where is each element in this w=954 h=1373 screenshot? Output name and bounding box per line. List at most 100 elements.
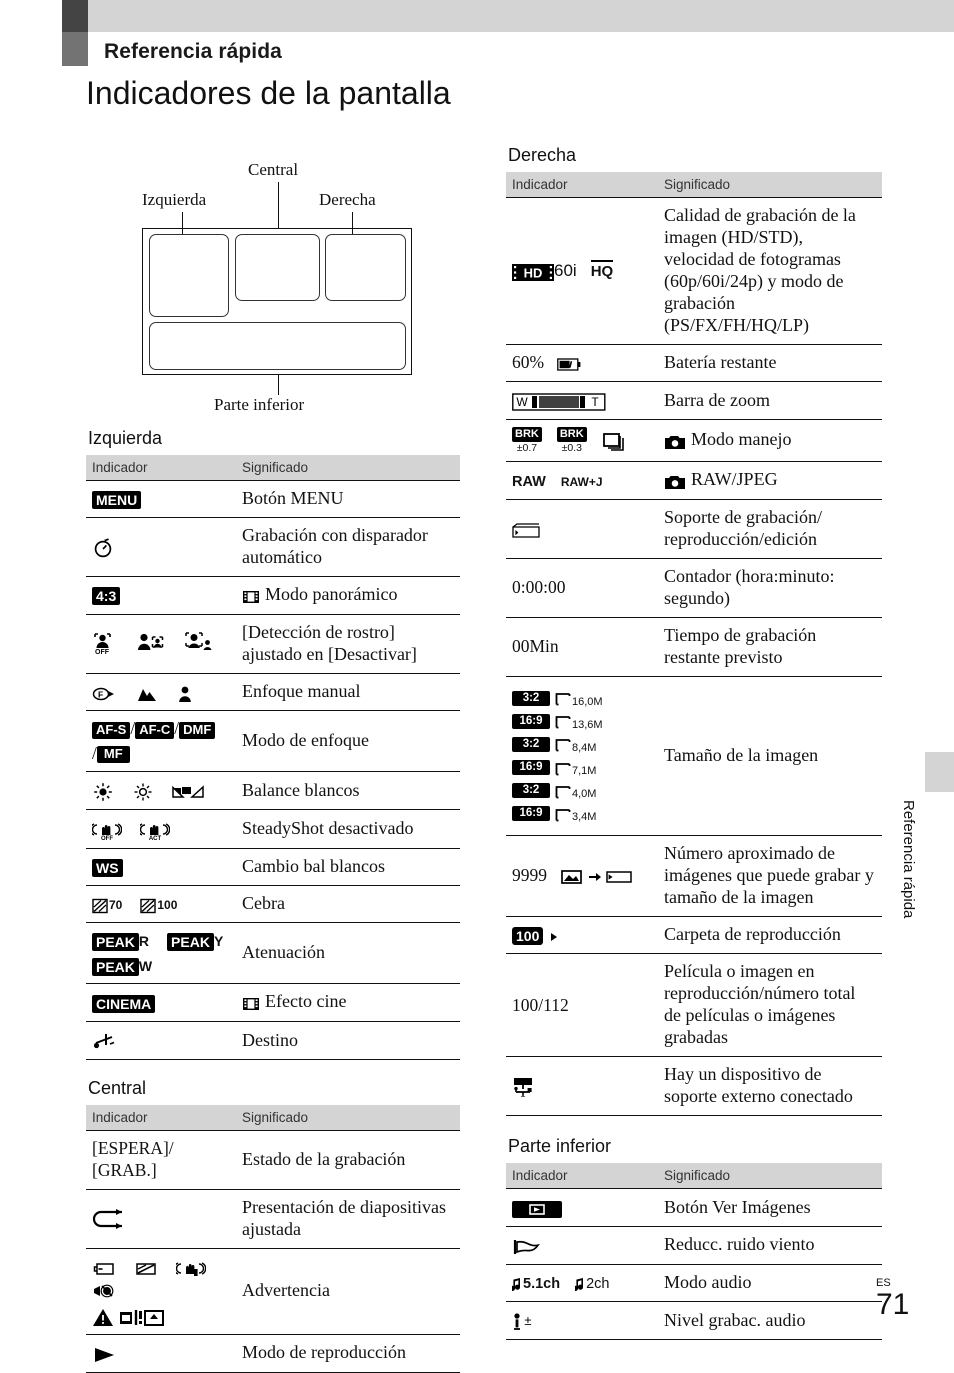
section-title-parte-inferior: Parte inferior [508,1136,612,1157]
playback-folder-badge: 100 [512,926,544,945]
header-tab-mid [62,32,88,66]
table-row: 4:3 Modo panorámico [86,575,460,615]
indicator-cell [86,1247,236,1335]
image-size-icon [555,757,571,779]
music-note-icon [575,1273,586,1295]
image-size-list: 3:2 16,0M 16:9 13,6M 3:2 8,4M 16:9 7,1M 3:2 4,0M 1… [512,687,652,824]
megapixel-label: 8,4M [572,741,597,754]
aspect-ratio-badge: 3:2 [512,690,550,706]
section-title-izquierda: Izquierda [88,428,163,448]
playback-count-value: 100/112 [512,994,569,1015]
hq-badge: HQ [590,259,614,280]
diagram-label-parte-inferior: Parte inferior [214,395,305,414]
col-header-significado: Significado [658,172,882,198]
table-row: 00Min Tiempo de grabación restante previ… [506,616,882,677]
table-row: Reducc. ruido viento [506,1225,882,1265]
svg-text:HD: HD [524,265,543,280]
indicator-cell [86,516,236,577]
image-size-row: 16:9 3,4M [512,803,652,825]
media-error-icon [119,1305,165,1327]
table-izquierda: Indicador Significado MENU Botón MENU Gr… [86,455,460,1061]
destination-airplane-icon [92,1030,118,1052]
external-media-usb-icon [512,1075,540,1098]
diagram-screen-frame [142,228,412,375]
meaning-cell: Hay un dispositivo de soporte externo co… [658,1056,882,1117]
meaning-cell: Tamaño de la imagen [658,675,882,836]
image-size-icon [555,710,571,732]
indicator-cell: 4:3 [86,575,236,615]
meaning-cell: RAW/JPEG [658,461,882,500]
peak-badge: PEAK [92,933,139,952]
triangle-right-icon [548,925,560,947]
meaning-cell: Modo audio [658,1263,882,1302]
page-title: Indicadores de la pantalla [86,75,451,111]
screen-layout-diagram: Central Izquierda Derecha Parte inferior [86,160,486,425]
side-tab-label: Referencia rápida [900,800,917,919]
meaning-cell: Película o imagen en reproducción/número… [658,953,882,1057]
indicator-cell: 60% [506,343,658,382]
indicator-cell [86,1334,236,1373]
steadyshot-act-icon: ACT [140,818,170,841]
table-row: BRK ±0.7 BRK ±0.3 Modo manejo [506,419,882,462]
media-card-icon [606,866,634,888]
table-row: Presentación de diapositivas ajustada [86,1188,460,1249]
view-images-button-badge [512,1197,562,1219]
meaning-cell: Cambio bal blancos [236,847,460,886]
meaning-cell: Carpeta de reproducción [658,915,882,954]
aspect-ratio-badge: 16:9 [512,713,550,729]
self-timer-icon [92,536,114,559]
table-row: MENU Botón MENU [86,480,460,518]
face-detection-off-icon: OFF [92,632,118,656]
indicator-cell-image-sizes: 3:2 16,0M 16:9 13,6M 3:2 8,4M 16:9 7,1M 3:2 4,0M 1… [506,675,658,836]
table-row: Destino [86,1021,460,1061]
table-row: Soporte de grabación/ reproducción/edici… [506,499,882,559]
svg-text:F: F [98,689,103,699]
table-row: OFF [Detección de rostro] ajustado en [D… [86,613,460,674]
meaning-cell: Cebra [236,884,460,923]
image-size-row: 16:9 13,6M [512,710,652,732]
standby-label: [ESPERA]/ [92,1138,174,1159]
table-row: 0:00:00 Contador (hora:minuto: segundo) [506,558,882,618]
meaning-cell: Calidad de grabación de la imagen (HD/ST… [658,197,882,345]
diagram-region-left [149,234,229,317]
table-row: 70 100 Cebra [86,884,460,923]
face-detection-adult-icon [184,631,214,656]
table-row: [ESPERA]/ [GRAB.] Estado de la grabación [86,1130,460,1190]
afc-badge: AF-C [135,721,175,739]
media-card-icon [512,519,544,541]
frame-rate-label: 60i [554,260,577,280]
meaning-cell: Nivel grabac. audio [658,1301,882,1341]
image-size-row: 3:2 8,4M [512,734,652,756]
indicator-cell [86,771,236,810]
battery-icon [557,353,581,375]
wind-noise-reduction-icon [512,1235,542,1257]
peak-badge: PEAK [92,957,139,976]
side-tab-marker [925,752,954,792]
triangle-alert-icon [92,1305,114,1327]
portrait-focus-icon [176,682,194,704]
zebra-icon [140,894,157,916]
meaning-cell: Enfoque manual [236,672,460,711]
col-header-indicador: Indicador [86,455,236,481]
indicator-cell: MENU [86,480,236,518]
burst-stack-icon [602,430,627,452]
table-row: PEAK R PEAK Y PEAK W Atenuación [86,922,460,984]
meaning-cell: Advertencia [236,1247,460,1335]
onepush-wb-icon [172,780,204,802]
media-warning-icon [134,1257,158,1279]
battery-warning-icon [92,1257,116,1279]
indicator-cell: HD 60i HQ [506,197,658,345]
indicator-cell: 00Min [506,616,658,677]
table-row: WT Barra de zoom [506,381,882,420]
indicator-cell: 5.1ch 2ch [506,1263,658,1302]
table-row: Grabación con disparador automático [86,516,460,577]
film-strip-icon [242,585,260,607]
ws-badge: WS [92,858,123,877]
diagram-leader-bottom [278,375,279,395]
audio-2ch-label: 2ch [586,1275,610,1292]
col-header-significado: Significado [236,1105,460,1131]
svg-text:OFF: OFF [95,649,110,656]
zebra-70-value: 70 [109,897,123,912]
audio-51ch-label: 5.1ch [523,1275,561,1292]
diagram-region-bottom [149,322,406,370]
